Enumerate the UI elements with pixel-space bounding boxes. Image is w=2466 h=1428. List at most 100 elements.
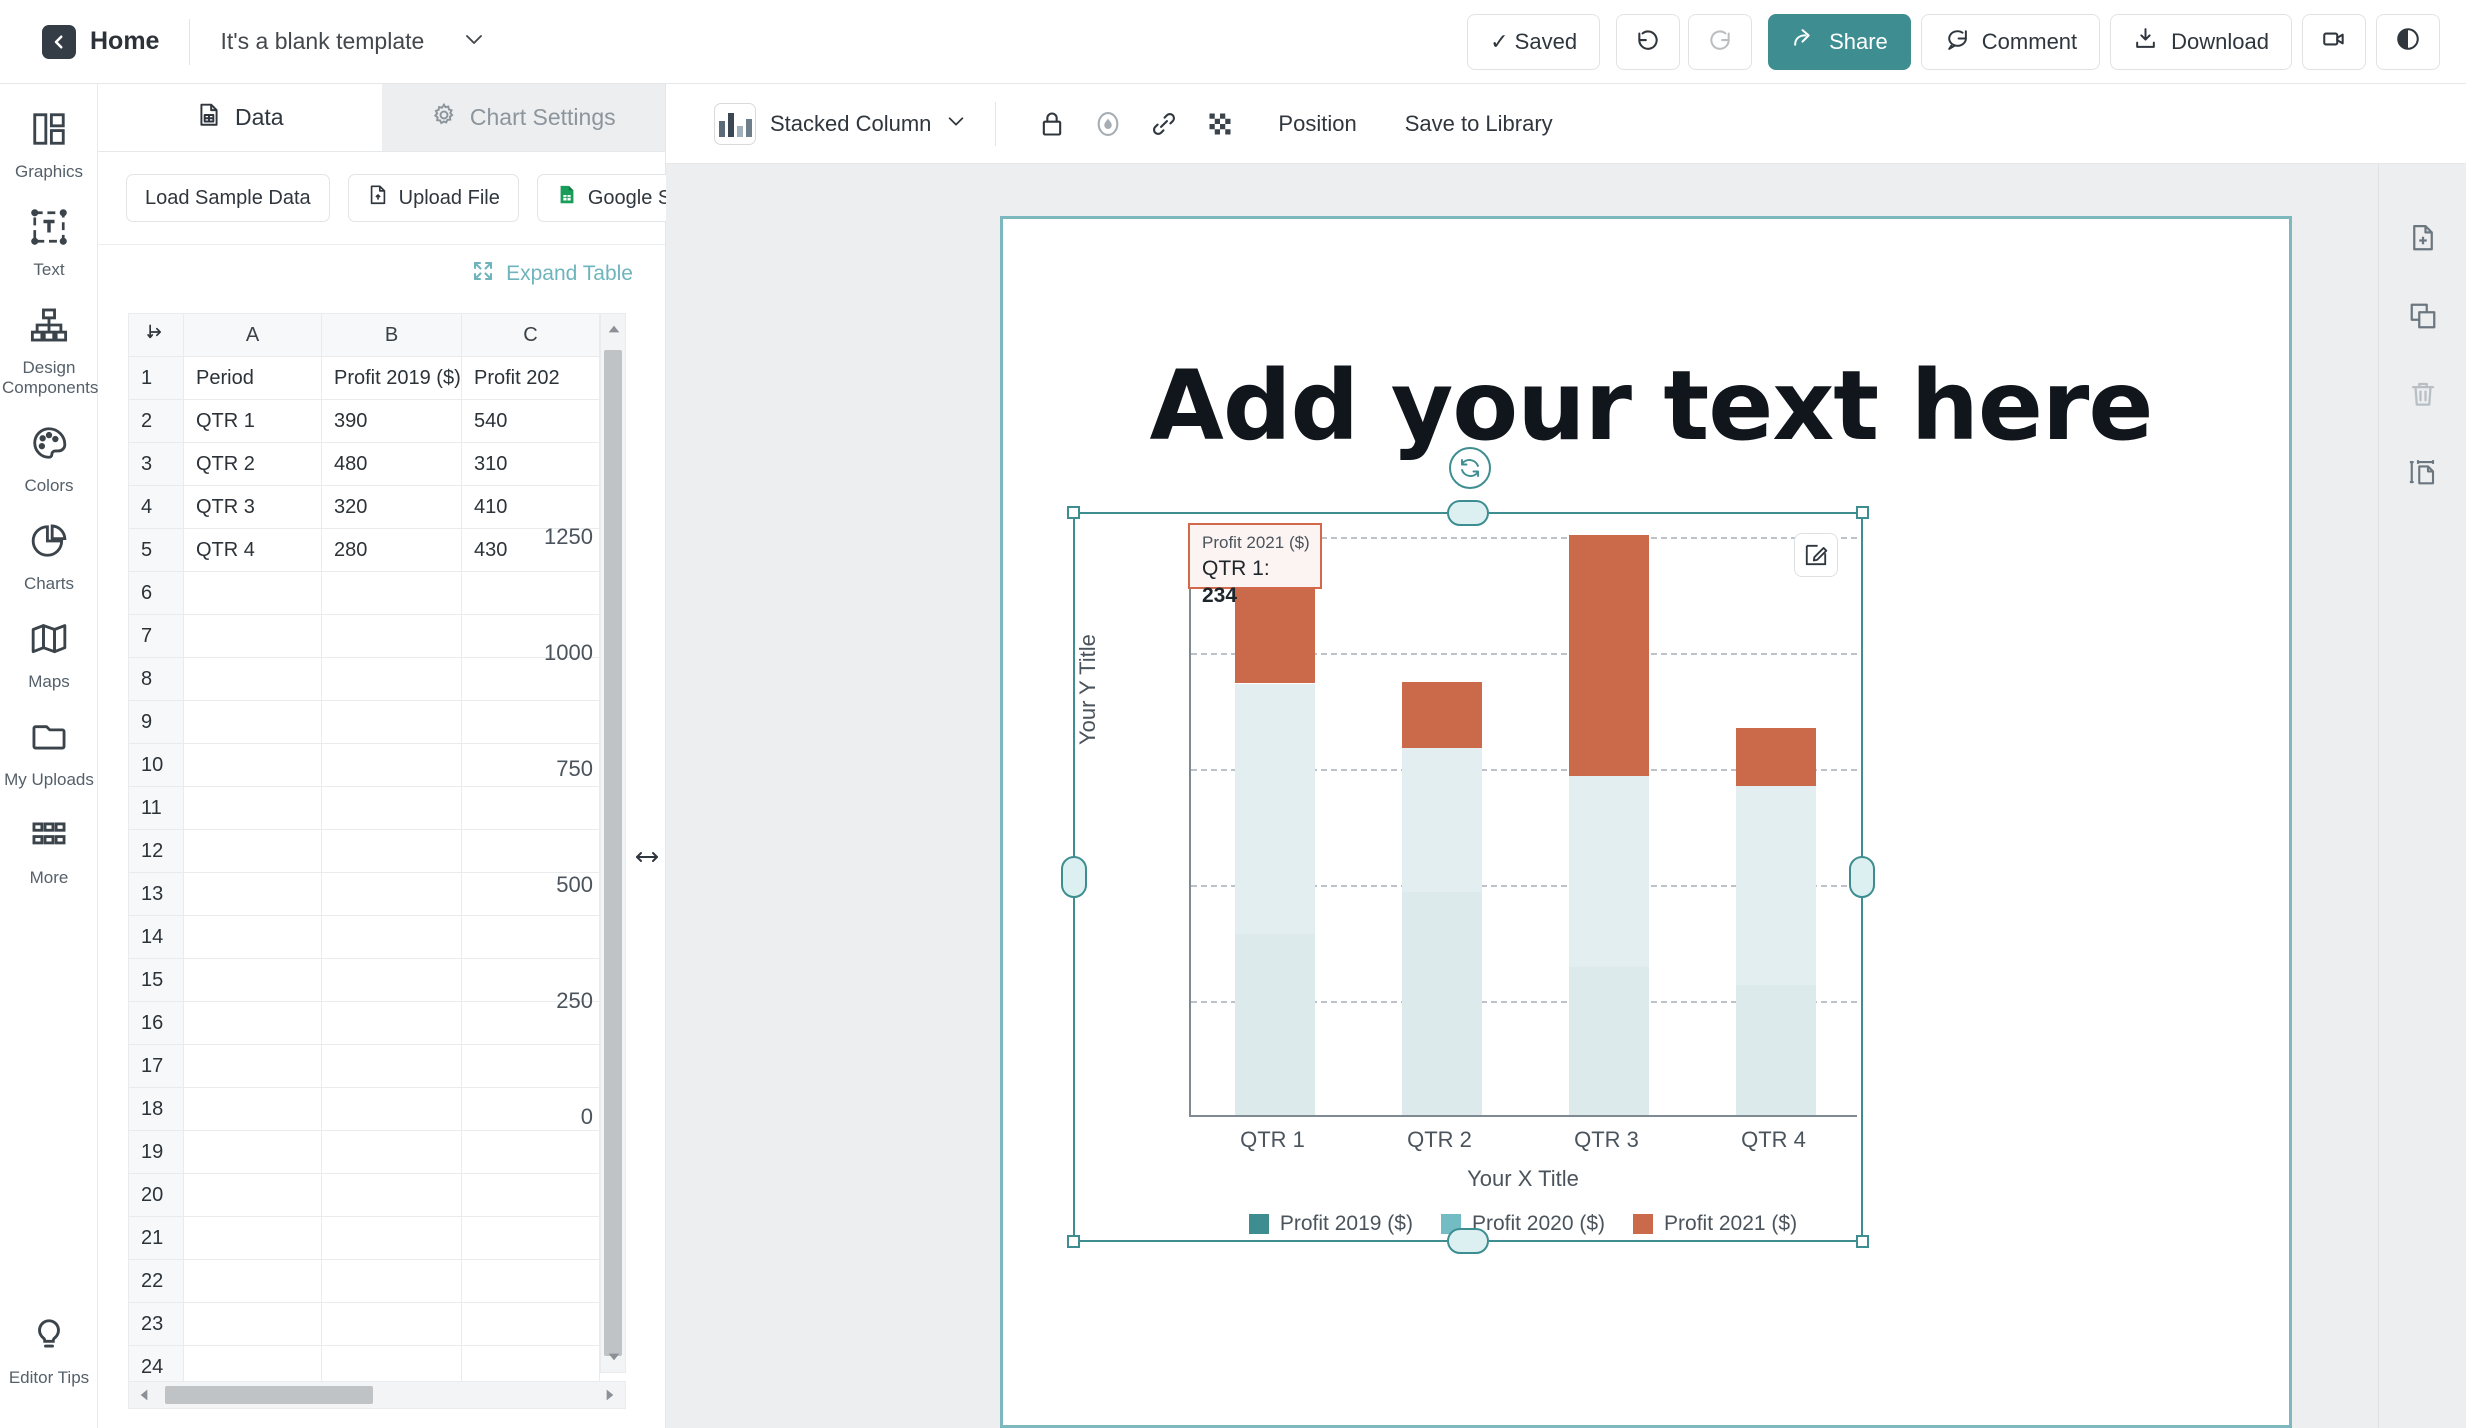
share-button[interactable]: Share [1768, 13, 1911, 70]
upload-file-button[interactable]: Upload File [347, 174, 519, 222]
scroll-down-arrow[interactable] [601, 1342, 627, 1372]
page-title[interactable]: Add your text here [1096, 350, 2206, 462]
cell[interactable] [321, 1130, 462, 1174]
cell[interactable] [321, 1173, 462, 1217]
cell[interactable] [461, 571, 600, 615]
transparency-icon[interactable] [1192, 110, 1248, 138]
row-number[interactable]: 9 [128, 700, 184, 744]
row-number[interactable]: 20 [128, 1173, 184, 1217]
cell[interactable]: 310 [461, 442, 600, 486]
row-number[interactable]: 6 [128, 571, 184, 615]
cell[interactable]: Profit 202 [461, 356, 600, 400]
table-row[interactable]: 6 [128, 571, 600, 615]
row-number[interactable]: 14 [128, 915, 184, 959]
cell[interactable] [461, 700, 600, 744]
table-row[interactable]: 20 [128, 1173, 600, 1217]
cell[interactable] [461, 1302, 600, 1346]
resize-handle-right[interactable] [1849, 856, 1875, 898]
cell[interactable] [183, 872, 322, 916]
sidebar-item-graphics[interactable]: Graphics [0, 84, 98, 182]
row-number[interactable]: 12 [128, 829, 184, 873]
link-icon[interactable] [1136, 110, 1192, 138]
cell[interactable] [321, 743, 462, 787]
panel-resize-handle[interactable] [630, 845, 664, 874]
cell[interactable] [183, 1044, 322, 1088]
cell[interactable] [183, 958, 322, 1002]
table-row[interactable]: 22 [128, 1259, 600, 1303]
position-button[interactable]: Position [1278, 111, 1356, 137]
cell[interactable] [183, 743, 322, 787]
cell[interactable]: 280 [321, 528, 462, 572]
table-row[interactable]: 17 [128, 1044, 600, 1088]
rotate-handle[interactable] [1449, 447, 1491, 489]
table-row[interactable]: 9 [128, 700, 600, 744]
scroll-thumb[interactable] [604, 350, 622, 1356]
expand-table-button[interactable]: Expand Table [471, 259, 633, 289]
cell[interactable] [321, 829, 462, 873]
row-number[interactable]: 7 [128, 614, 184, 658]
tab-data[interactable]: Data [98, 84, 382, 151]
col-header-a[interactable]: A [183, 313, 322, 357]
row-number[interactable]: 11 [128, 786, 184, 830]
sidebar-item-text[interactable]: Text [0, 182, 98, 280]
edit-chart-button[interactable] [1794, 533, 1838, 577]
cell[interactable] [183, 1302, 322, 1346]
table-row[interactable]: 14 [128, 915, 600, 959]
table-row[interactable]: 4 QTR 3 320 410 [128, 485, 600, 529]
cell[interactable]: 390 [321, 399, 462, 443]
cell[interactable] [461, 1259, 600, 1303]
scroll-right-arrow[interactable] [595, 1382, 625, 1408]
table-row[interactable]: 12 [128, 829, 600, 873]
cell[interactable] [183, 829, 322, 873]
col-header-b[interactable]: B [321, 313, 462, 357]
cell[interactable] [183, 614, 322, 658]
sheet-horizontal-scrollbar[interactable] [128, 1381, 626, 1409]
opacity-icon[interactable] [1080, 110, 1136, 138]
cell[interactable]: QTR 3 [183, 485, 322, 529]
sidebar-item-editor-tips[interactable]: Editor Tips [0, 1290, 98, 1388]
scroll-up-arrow[interactable] [601, 314, 627, 344]
cell[interactable] [321, 1001, 462, 1045]
row-number[interactable]: 8 [128, 657, 184, 701]
table-row[interactable]: 19 [128, 1130, 600, 1174]
cell[interactable]: Profit 2019 ($) [321, 356, 462, 400]
cell[interactable]: 320 [321, 485, 462, 529]
sidebar-item-design-components[interactable]: Design Components [0, 280, 98, 398]
cell[interactable] [321, 1259, 462, 1303]
cell[interactable] [183, 571, 322, 615]
duplicate-icon[interactable] [2401, 294, 2445, 338]
row-number[interactable]: 23 [128, 1302, 184, 1346]
row-number[interactable]: 22 [128, 1259, 184, 1303]
cell[interactable] [321, 1302, 462, 1346]
home-button[interactable]: Home [42, 24, 159, 59]
cell[interactable] [321, 1087, 462, 1131]
row-number[interactable]: 3 [128, 442, 184, 486]
row-number[interactable]: 17 [128, 1044, 184, 1088]
undo-button[interactable] [1616, 13, 1681, 70]
cell[interactable] [321, 571, 462, 615]
row-number[interactable]: 5 [128, 528, 184, 572]
table-row[interactable]: 21 [128, 1216, 600, 1260]
sidebar-item-colors[interactable]: Colors [0, 398, 98, 496]
cell[interactable] [321, 657, 462, 701]
sidebar-item-maps[interactable]: Maps [0, 594, 98, 692]
cell[interactable] [183, 1001, 322, 1045]
resize-handle-top[interactable] [1447, 500, 1489, 526]
cell[interactable] [321, 700, 462, 744]
row-number[interactable]: 15 [128, 958, 184, 1002]
row-number[interactable]: 10 [128, 743, 184, 787]
cell[interactable] [461, 1173, 600, 1217]
cell[interactable]: 410 [461, 485, 600, 529]
cell[interactable] [321, 958, 462, 1002]
cell[interactable] [461, 829, 600, 873]
row-number[interactable]: 4 [128, 485, 184, 529]
row-number[interactable]: 19 [128, 1130, 184, 1174]
sidebar-item-my-uploads[interactable]: My Uploads [0, 692, 98, 790]
cell[interactable] [321, 872, 462, 916]
row-number[interactable]: 16 [128, 1001, 184, 1045]
table-row[interactable]: 11 [128, 786, 600, 830]
cell[interactable] [321, 786, 462, 830]
resize-handle-left[interactable] [1061, 856, 1087, 898]
cell[interactable] [321, 1044, 462, 1088]
table-row[interactable]: 23 [128, 1302, 600, 1346]
